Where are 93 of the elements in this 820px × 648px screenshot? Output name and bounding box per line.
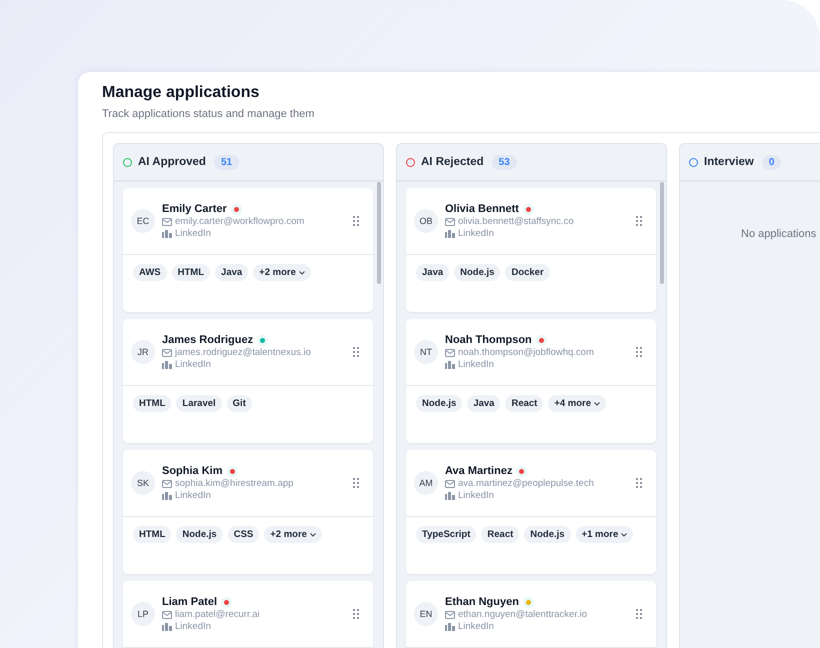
- source-text: LinkedIn: [175, 228, 211, 239]
- mail-icon: [162, 348, 172, 356]
- more-tags-button[interactable]: +1 more: [576, 526, 634, 543]
- applicant-name: Ava Martinez: [445, 465, 512, 477]
- skill-tag: Docker: [505, 264, 550, 281]
- email-text: sophia.kim@hirestream.app: [175, 478, 294, 489]
- email-text: liam.patel@recurr.ai: [175, 609, 260, 620]
- avatar: LP: [131, 602, 155, 626]
- email-text: emily.carter@workflowpro.com: [175, 216, 304, 227]
- mail-icon: [162, 218, 172, 226]
- drag-handle-icon: [636, 609, 642, 619]
- applicant-name: Liam Patel: [162, 596, 218, 608]
- scrollbar[interactable]: [660, 182, 664, 284]
- source-text: LinkedIn: [458, 228, 494, 239]
- mail-icon: [445, 480, 455, 488]
- applicant-card[interactable]: EN Ethan Nguyen ethan.nguyen@talenttracker.io LinkedIn: [406, 581, 656, 648]
- avatar: EN: [414, 602, 438, 626]
- email-text: ava.martinez@peoplepulse.tech: [458, 478, 594, 489]
- source-text: LinkedIn: [458, 621, 494, 632]
- applicant-name: Olivia Bennett: [445, 203, 519, 215]
- drag-handle-icon: [636, 216, 642, 226]
- empty-message: No applications: [740, 227, 818, 240]
- skill-tag: Node.js: [524, 526, 571, 543]
- applicant-card[interactable]: LP Liam Patel liam.patel@recurr.ai LinkedIn: [123, 581, 373, 648]
- applicant-name: Ethan Nguyen: [445, 596, 519, 608]
- mail-icon: [162, 480, 172, 488]
- email-text: james.rodriguez@talentnexus.io: [175, 347, 311, 358]
- avatar: JR: [131, 340, 155, 364]
- skill-tag: AWS: [133, 264, 167, 281]
- applicant-card[interactable]: JR James Rodriguez james.rodriguez@talentnexus.io LinkedIn HTML Laravel Git: [123, 319, 373, 443]
- applicant-name: Sophia Kim: [162, 465, 223, 477]
- avatar: NT: [414, 340, 438, 364]
- applicant-card[interactable]: EC Emily Carter emily.carter@workflowpro.com LinkedIn AWS HTML Java +2 more: [123, 188, 373, 312]
- applicant-card[interactable]: OB Olivia Bennett olivia.bennett@staffsync.co LinkedIn Java Node.js Docker: [406, 188, 656, 312]
- drag-handle-icon: [636, 347, 642, 357]
- skill-tag: Git: [226, 395, 252, 412]
- applicant-card[interactable]: NT Noah Thompson noah.thompson@jobflowhq.com LinkedIn Node.js Java React +4 more: [406, 319, 656, 443]
- skill-tag: React: [481, 526, 520, 543]
- count-badge: 0: [762, 154, 782, 170]
- skill-tag: Java: [467, 395, 500, 412]
- avatar: OB: [414, 209, 438, 233]
- skill-tag: Laravel: [176, 395, 222, 412]
- column-title: AI Rejected: [421, 156, 484, 168]
- skill-tag: Java: [416, 264, 450, 281]
- skill-tag: Node.js: [176, 526, 223, 543]
- source-text: LinkedIn: [175, 490, 211, 501]
- skill-tag: HTML: [133, 395, 172, 412]
- applicant-name: Noah Thompson: [445, 334, 532, 346]
- source-text: LinkedIn: [175, 359, 211, 370]
- email-text: olivia.bennett@staffsync.co: [458, 216, 574, 227]
- email-text: noah.thompson@jobflowhq.com: [458, 347, 594, 358]
- applicant-name: Emily Carter: [162, 203, 227, 215]
- skill-tag: Node.js: [454, 264, 500, 281]
- drag-handle-icon: [353, 478, 359, 488]
- count-badge: 51: [214, 154, 240, 170]
- source-text: LinkedIn: [175, 621, 211, 632]
- drag-handle-icon: [636, 478, 642, 488]
- avatar: SK: [131, 471, 155, 495]
- mail-icon: [445, 218, 455, 226]
- applicant-card[interactable]: AM Ava Martinez ava.martinez@peoplepulse.tech LinkedIn TypeScript React Node.js +1 more: [406, 450, 656, 574]
- applicant-card[interactable]: SK Sophia Kim sophia.kim@hirestream.app LinkedIn HTML Node.js CSS +2 more: [123, 450, 373, 574]
- caret-icon: [298, 270, 305, 274]
- more-tags-button[interactable]: +2 more: [264, 526, 322, 543]
- mail-icon: [162, 610, 172, 618]
- skill-tag: CSS: [228, 526, 260, 543]
- caret-icon: [594, 402, 600, 406]
- mail-icon: [445, 610, 455, 618]
- skill-tag: Java: [215, 264, 248, 281]
- source-text: LinkedIn: [458, 490, 494, 501]
- page-subtitle: Track applications status and manage them: [102, 108, 316, 120]
- column-title: AI Approved: [138, 156, 206, 168]
- avatar: AM: [414, 471, 438, 495]
- caret-icon: [621, 532, 628, 536]
- source-text: LinkedIn: [458, 359, 494, 370]
- more-tags-button[interactable]: +2 more: [253, 264, 311, 281]
- caret-icon: [310, 532, 316, 536]
- page-title: Manage applications: [102, 84, 260, 102]
- skill-tag: Node.js: [416, 395, 462, 412]
- avatar: EC: [131, 209, 155, 233]
- column-title: Interview: [704, 156, 754, 168]
- more-tags-button[interactable]: +4 more: [548, 395, 606, 412]
- drag-handle-icon: [353, 609, 359, 619]
- drag-handle-icon: [353, 216, 359, 226]
- skill-tag: TypeScript: [416, 526, 476, 543]
- mail-icon: [445, 348, 455, 356]
- drag-handle-icon: [353, 347, 359, 357]
- scrollbar[interactable]: [377, 182, 381, 284]
- skill-tag: HTML: [172, 264, 210, 281]
- applicant-name: James Rodriguez: [162, 334, 254, 346]
- count-badge: 53: [492, 154, 517, 170]
- email-text: ethan.nguyen@talenttracker.io: [458, 609, 588, 620]
- skill-tag: HTML: [133, 526, 172, 543]
- skill-tag: React: [505, 395, 544, 412]
